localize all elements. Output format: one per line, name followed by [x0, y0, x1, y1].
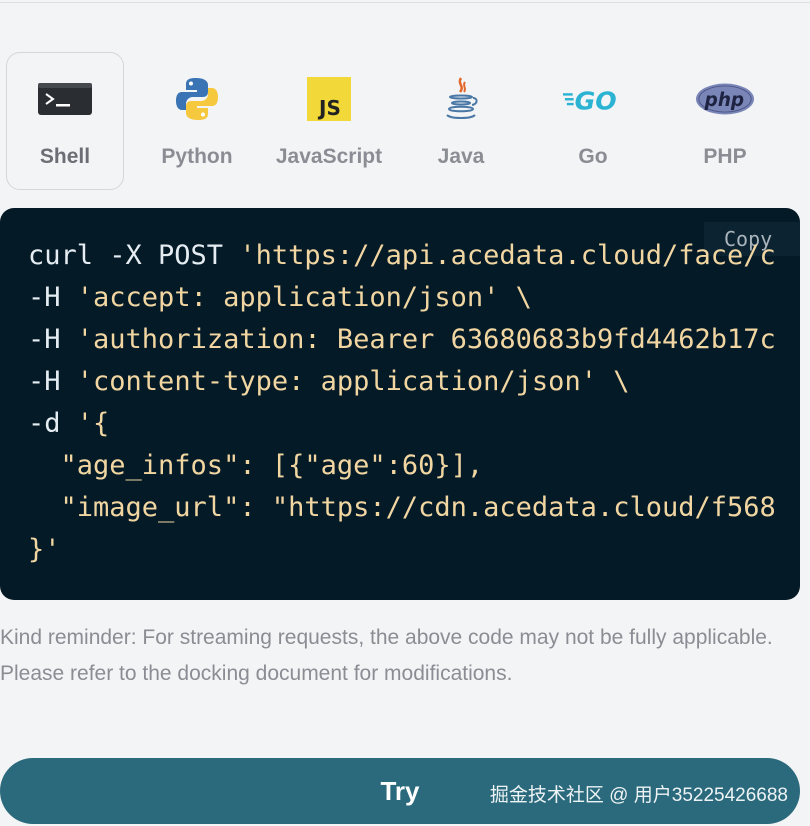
code-line: -H 'content-type: application/json' \ — [28, 366, 630, 397]
svg-text:php: php — [704, 90, 744, 111]
go-icon: GO — [563, 75, 623, 123]
code-line: "image_url": "https://cdn.acedata.cloud/… — [28, 492, 776, 523]
python-icon — [167, 75, 227, 123]
tab-label: Shell — [39, 145, 91, 168]
tab-php[interactable]: php PHP — [666, 52, 784, 190]
java-icon — [431, 75, 491, 123]
code-sample-panel: Shell Python JS JavaScript Java GO Go ph… — [0, 0, 810, 826]
tab-javascript[interactable]: JS JavaScript — [270, 52, 388, 190]
divider — [0, 2, 810, 3]
tab-label: JavaScript — [275, 145, 383, 168]
terminal-icon — [35, 75, 95, 123]
tab-python[interactable]: Python — [138, 52, 256, 190]
watermark: 掘金技术社区 @ 用户35225426688 — [489, 785, 788, 806]
code-line: }' — [28, 534, 61, 565]
tab-java[interactable]: Java — [402, 52, 520, 190]
svg-text:GO: GO — [575, 87, 617, 114]
code-line: -H 'accept: application/json' \ — [28, 282, 532, 313]
tab-label: Go — [578, 145, 608, 168]
language-tabs: Shell Python JS JavaScript Java GO Go ph… — [6, 52, 798, 192]
tab-label: Python — [161, 145, 233, 168]
tab-label: Java — [437, 145, 485, 168]
code-line: curl -X POST 'https://api.acedata.cloud/… — [28, 240, 776, 271]
code-line: -H 'authorization: Bearer 63680683b9fd44… — [28, 324, 776, 355]
code-block[interactable]: Copy curl -X POST 'https://api.acedata.c… — [0, 208, 800, 600]
php-icon: php — [695, 75, 755, 123]
javascript-icon: JS — [299, 75, 359, 123]
tab-label: PHP — [703, 145, 747, 168]
code-line: -d '{ — [28, 408, 110, 439]
code-line: "age_infos": [{"age":60}], — [28, 450, 484, 481]
svg-text:JS: JS — [317, 96, 341, 120]
streaming-reminder: Kind reminder: For streaming requests, t… — [0, 626, 773, 685]
tab-go[interactable]: GO Go — [534, 52, 652, 190]
tab-shell[interactable]: Shell — [6, 52, 124, 190]
